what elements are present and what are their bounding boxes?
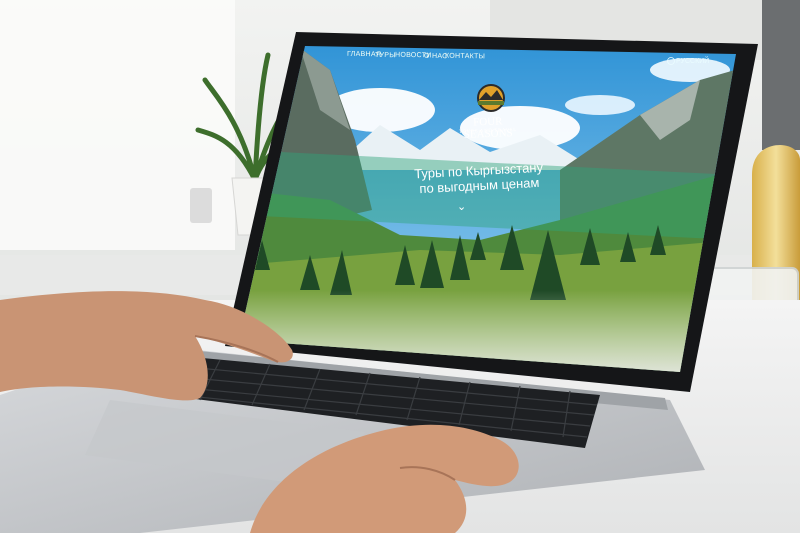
cup — [190, 188, 212, 223]
photo-scene — [0, 0, 800, 533]
cloud — [565, 95, 635, 115]
laptop-screen — [239, 46, 736, 372]
sunset-mountain-logo — [477, 84, 505, 112]
